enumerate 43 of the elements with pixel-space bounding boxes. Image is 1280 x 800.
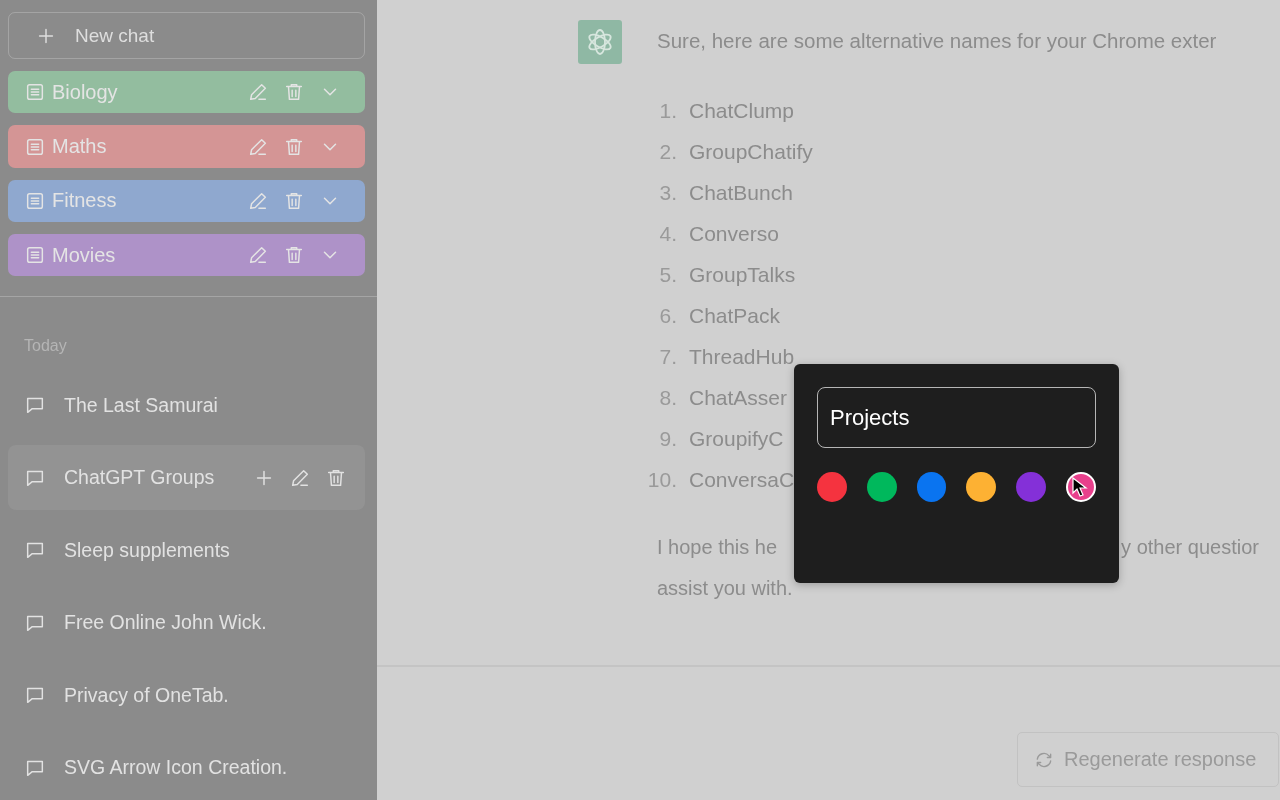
list-item-text: ChatClump [689, 98, 795, 123]
folder-item[interactable]: Movies [8, 234, 365, 277]
chat-title: ChatGPT Groups [64, 466, 216, 490]
color-swatch[interactable] [1066, 472, 1096, 502]
folder-item[interactable]: Biology [8, 71, 365, 114]
message-text: I hope this he [657, 535, 778, 560]
color-swatch[interactable] [817, 472, 847, 502]
chat-item[interactable]: Sleep supplements [8, 518, 365, 583]
list-item-text: GroupTalks [689, 262, 796, 287]
chat-title: Sleep supplements [64, 538, 231, 562]
chat-title: SVG Arrow Icon Creation. [64, 756, 289, 780]
message-text: y other questior [1121, 535, 1259, 560]
chat-item[interactable]: Privacy of OneTab. [8, 663, 365, 728]
list-item-text: ConversaC [689, 467, 795, 492]
list-item-text: ChatPack [689, 303, 781, 328]
chat-title: Privacy of OneTab. [64, 683, 230, 707]
list-item-text: GroupChatify [689, 139, 813, 164]
list-item-text: ThreadHub [689, 344, 795, 369]
chat-title: The Last Samurai [64, 393, 219, 417]
color-swatch[interactable] [966, 472, 997, 502]
color-swatch[interactable] [1016, 472, 1047, 502]
chat-item[interactable]: Free Online John Wick. [8, 590, 365, 655]
list-item-text: Converso [689, 221, 779, 246]
chat-item[interactable]: The Last Samurai [8, 373, 365, 438]
chat-item[interactable]: ChatGPT Groups [8, 445, 365, 510]
list-item-text: GroupifyC [689, 426, 784, 451]
name-field[interactable]: Projects [817, 387, 1096, 448]
chat-item[interactable]: SVG Arrow Icon Creation. [8, 735, 365, 800]
list-item-text: ChatBunch [689, 180, 793, 205]
folder-item[interactable]: Maths [8, 125, 365, 168]
list-item-text: ChatAsser [689, 385, 788, 410]
color-swatch[interactable] [866, 472, 897, 502]
new-chat-button[interactable]: New chat [8, 12, 365, 60]
folder-name: Maths [52, 135, 108, 159]
message-text: assist you with. [657, 576, 794, 601]
folder-name: Fitness [52, 189, 118, 213]
message-text: Sure, here are some alternative names for your Chrome exter [657, 28, 1218, 54]
folder-name: Biology [52, 80, 119, 104]
folder-item[interactable]: Fitness [8, 179, 365, 222]
chat-title: Free Online John Wick. [64, 611, 268, 635]
cursor-icon [1072, 477, 1089, 497]
folder-name: Movies [52, 243, 117, 267]
color-swatch[interactable] [916, 472, 947, 502]
